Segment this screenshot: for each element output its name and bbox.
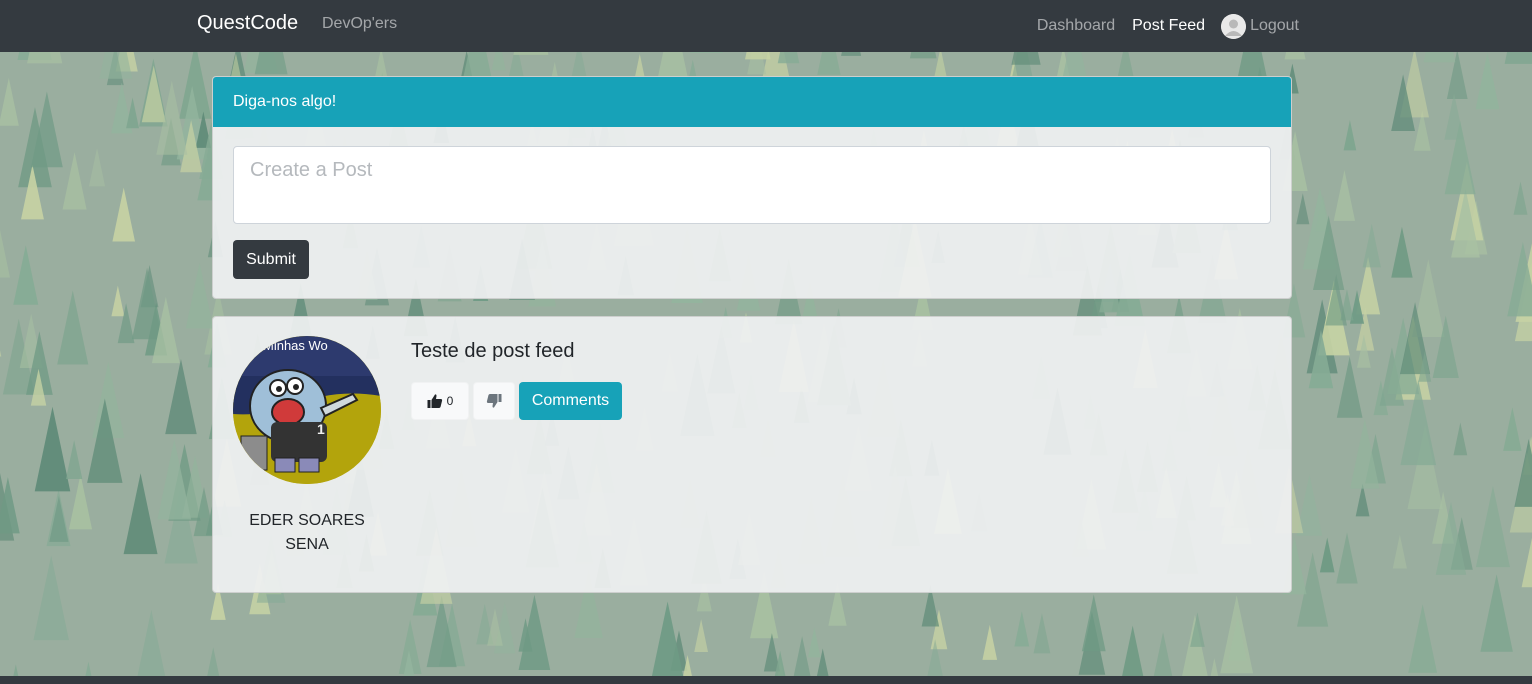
footer-bar: [0, 676, 1532, 684]
create-post-header: Diga-nos algo!: [213, 77, 1291, 127]
svg-text:1: 1: [317, 421, 325, 437]
post-actions: 0 Comments: [411, 382, 622, 420]
create-post-card: Diga-nos algo! Submit: [212, 76, 1292, 299]
nav-dashboard-link[interactable]: Dashboard: [1037, 17, 1115, 35]
logout-label: Logout: [1250, 17, 1299, 34]
logout-link[interactable]: Logout: [1221, 13, 1299, 39]
author-name-line1: EDER SOARES: [249, 512, 365, 529]
dislike-button[interactable]: [473, 382, 515, 420]
nav-devopers-link[interactable]: DevOp'ers: [322, 15, 397, 33]
avatar-caption: Minhas Wo: [263, 338, 328, 353]
comments-button[interactable]: Comments: [519, 382, 622, 420]
post-card: Minhas Wo 1 EDER SOARES SENA Teste de po…: [212, 316, 1292, 593]
navbar: QuestCode DevOp'ers Dashboard Post Feed …: [0, 0, 1532, 52]
user-avatar-icon: [1221, 13, 1247, 39]
nav-post-feed-link[interactable]: Post Feed: [1132, 17, 1205, 35]
brand-link[interactable]: QuestCode: [197, 12, 298, 35]
create-post-input[interactable]: [233, 146, 1271, 224]
nav-right: Dashboard Post Feed Logout: [1020, 0, 1299, 52]
thumbs-down-icon: [486, 394, 502, 408]
author-name: EDER SOARES SENA: [233, 509, 381, 557]
post-text: Teste de post feed: [411, 340, 575, 362]
submit-button[interactable]: Submit: [233, 240, 309, 279]
author-name-line2: SENA: [285, 536, 329, 553]
thumbs-up-icon: [427, 394, 442, 408]
author-avatar[interactable]: Minhas Wo 1: [233, 336, 381, 484]
like-button[interactable]: 0: [411, 382, 469, 420]
like-count: 0: [446, 394, 454, 408]
